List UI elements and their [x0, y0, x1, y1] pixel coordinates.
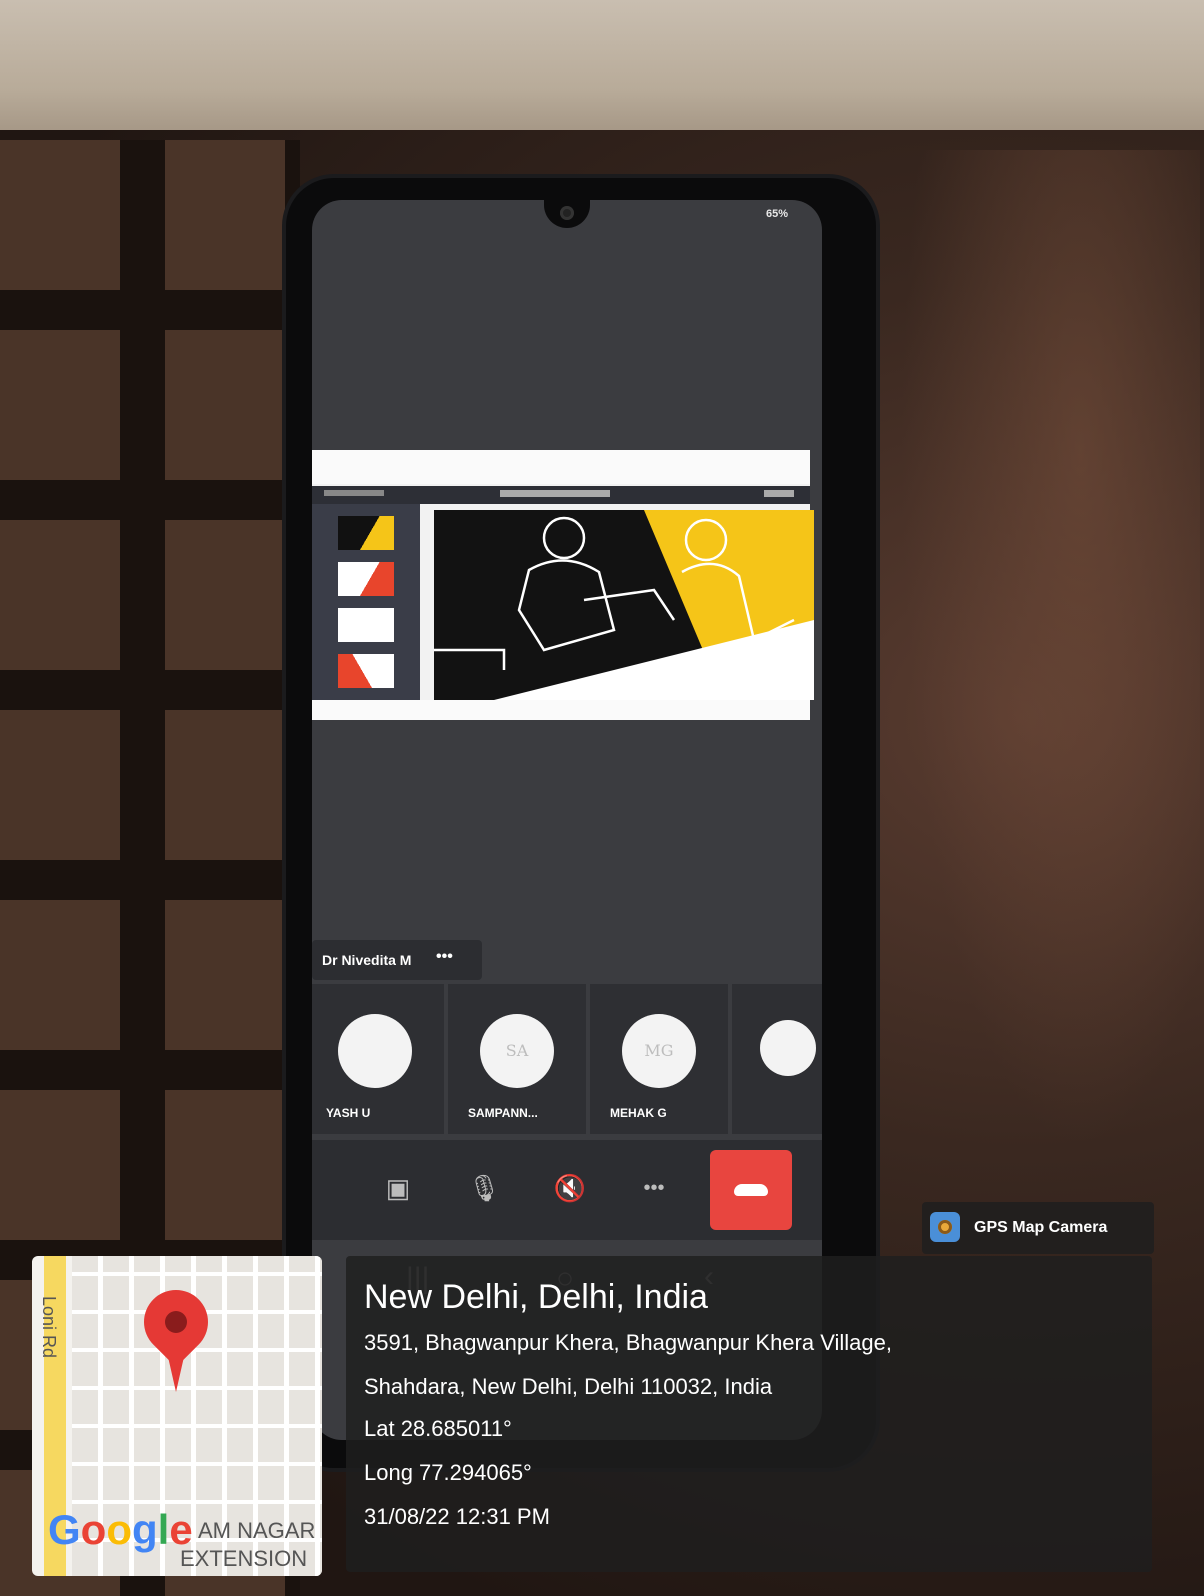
timestamp: 31/08/22 12:31 PM: [364, 1504, 550, 1529]
share-top-strip: [312, 450, 810, 484]
participant-tile[interactable]: SA SAMPANN...: [448, 984, 586, 1134]
participant-tile[interactable]: [732, 984, 822, 1134]
toolbar-title: [324, 490, 384, 496]
participant-tile[interactable]: MG MEHAK G: [590, 984, 728, 1134]
mic-muted-icon[interactable]: 🎙: [466, 1170, 502, 1206]
background-wall: [0, 0, 1204, 150]
slide-thumbnails: [312, 504, 420, 700]
presenter-more-icon[interactable]: •••: [436, 948, 453, 966]
current-slide: [434, 510, 814, 700]
slide-thumb-2[interactable]: [338, 562, 394, 596]
camera-notch: [544, 200, 590, 228]
presentation-toolbar: [312, 486, 810, 504]
video-off-icon[interactable]: ▣: [380, 1170, 416, 1206]
city-title: New Delhi, Delhi, India: [364, 1278, 708, 1316]
avatar: [338, 1014, 412, 1088]
avatar: SA: [480, 1014, 554, 1088]
google-logo: Google: [48, 1506, 193, 1553]
location-map: Loni Rd Google AM NAGAR EXTENSION: [32, 1256, 322, 1576]
toolbar-actions: [764, 490, 794, 497]
map-area-label-2: EXTENSION: [180, 1546, 308, 1571]
front-camera-icon: [560, 206, 574, 220]
slide-thumb-4[interactable]: [338, 654, 394, 688]
presenter-chip[interactable]: Dr Nivedita M •••: [312, 940, 482, 980]
end-call-button[interactable]: [710, 1150, 792, 1230]
battery-status: 65%: [765, 208, 788, 220]
participant-strip: YASH U SA SAMPANN... MG MEHAK G: [312, 984, 822, 1134]
latitude: Lat 28.685011°: [364, 1416, 512, 1441]
slide-thumb-1[interactable]: [338, 516, 394, 550]
participant-name: YASH U: [326, 1106, 371, 1120]
photo-scene: 65% Dr Nivedita M ••• YASH U SA SAMPANN.…: [0, 0, 1204, 1596]
toolbar-controls: [500, 490, 610, 497]
address-line-2: Shahdara, New Delhi, Delhi 110032, India: [364, 1374, 773, 1399]
participant-tile[interactable]: YASH U: [312, 984, 444, 1134]
more-options-icon[interactable]: •••: [636, 1170, 672, 1206]
location-info-panel: New Delhi, Delhi, India 3591, Bhagwanpur…: [346, 1256, 1152, 1572]
presenter-name: Dr Nivedita M: [322, 952, 412, 968]
participant-name: SAMPANN...: [468, 1106, 538, 1120]
phone-screen: 65% Dr Nivedita M ••• YASH U SA SAMPANN.…: [312, 200, 822, 1440]
background-glare: [900, 150, 1200, 1150]
hang-up-icon: [734, 1184, 768, 1196]
app-badge: GPS Map Camera: [922, 1202, 1154, 1254]
participant-name: MEHAK G: [610, 1106, 667, 1120]
app-name: GPS Map Camera: [974, 1219, 1108, 1236]
road-label: Loni Rd: [39, 1296, 59, 1359]
avatar: MG: [622, 1014, 696, 1088]
call-controls: ▣ 🎙 🔇 •••: [312, 1140, 822, 1240]
share-bottom-strip: [312, 700, 810, 720]
slide-thumb-3[interactable]: [338, 608, 394, 642]
avatar: [760, 1020, 816, 1076]
longitude: Long 77.294065°: [364, 1460, 532, 1485]
handshake-illustration: [434, 510, 814, 700]
speaker-muted-icon[interactable]: 🔇: [552, 1170, 588, 1206]
gps-camera-icon: [930, 1212, 960, 1242]
screen-share: [312, 450, 814, 720]
map-area-label-1: AM NAGAR: [198, 1518, 316, 1543]
address-line-1: 3591, Bhagwanpur Khera, Bhagwanpur Khera…: [364, 1330, 892, 1355]
